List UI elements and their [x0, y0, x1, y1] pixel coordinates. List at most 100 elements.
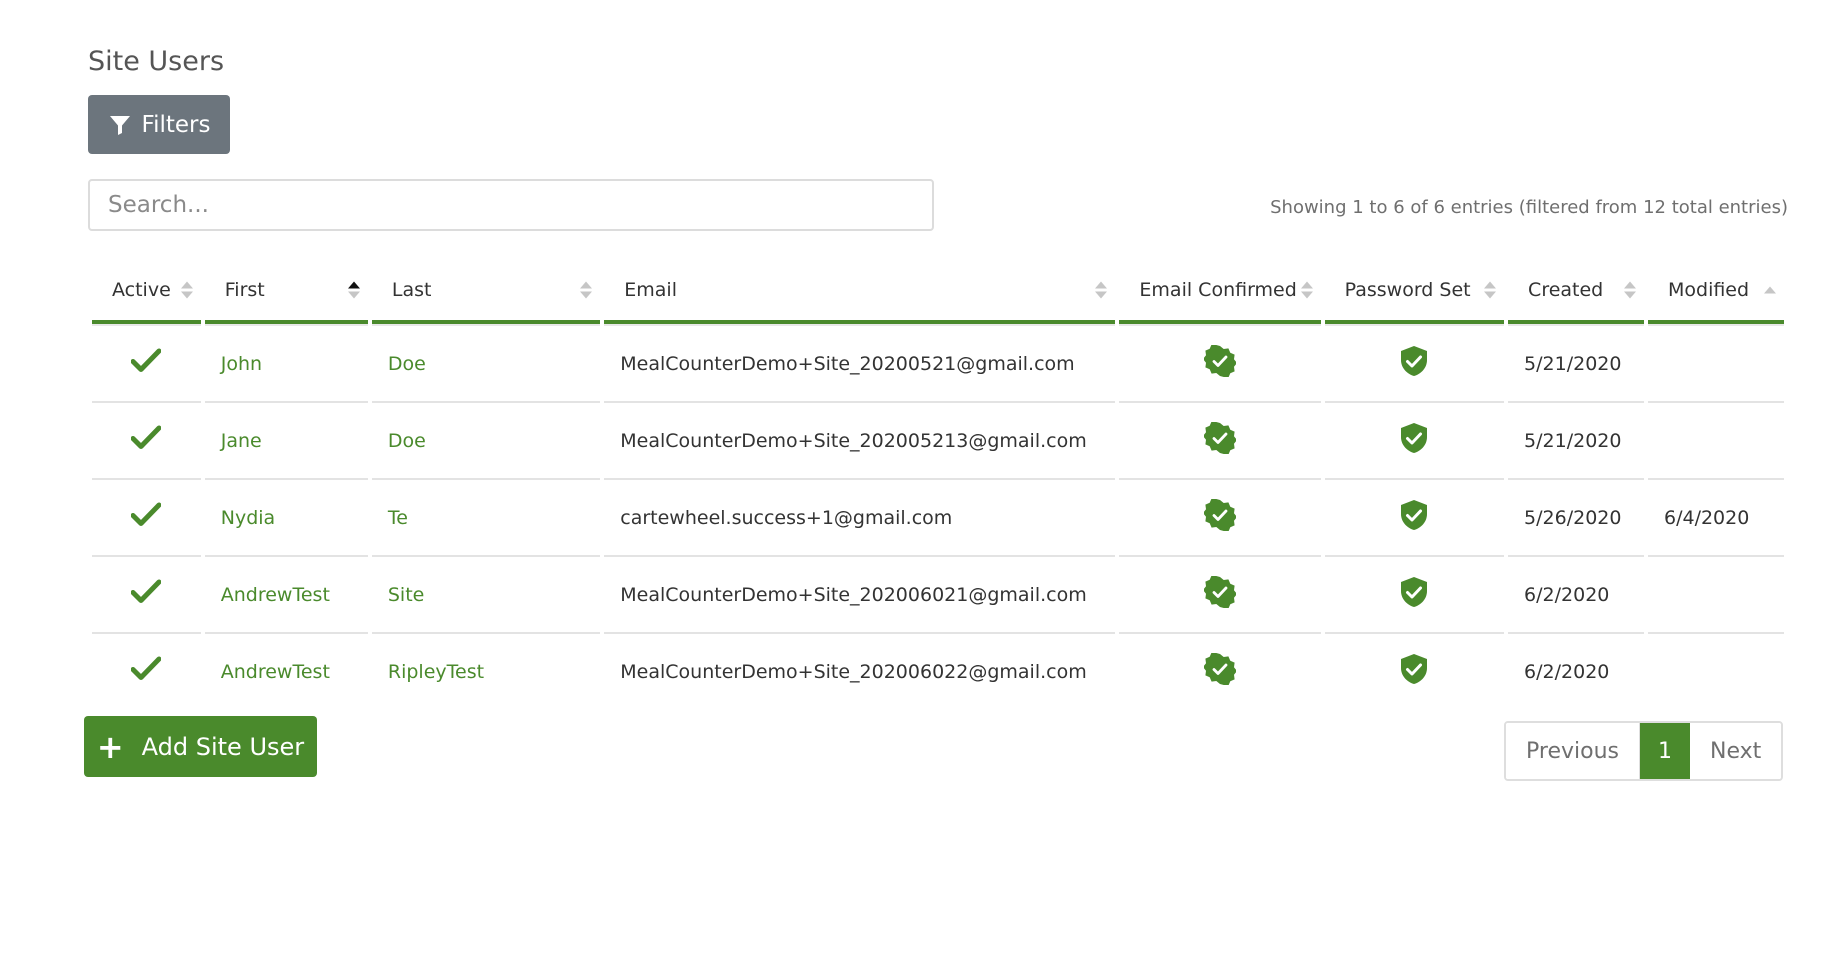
- email-value: MealCounterDemo+Site_202006021@gmail.com: [620, 583, 1087, 606]
- cell-active: [92, 555, 201, 632]
- checkmark-icon: [130, 579, 162, 610]
- table-row: Jane Doe MealCounterDemo+Site_202005213@gm…: [92, 401, 1784, 478]
- cell-modified: [1647, 401, 1784, 478]
- sort-icon: [180, 281, 193, 299]
- add-site-user-label: Add Site User: [141, 732, 305, 761]
- column-header-email[interactable]: Email: [604, 260, 1116, 324]
- cell-email-confirmed: [1119, 632, 1321, 709]
- table-row: AndrewTest RipleyTest MealCounterDemo+Site…: [92, 632, 1784, 709]
- email-value: MealCounterDemo+Site_202005213@gmail.com: [620, 429, 1087, 452]
- cell-password-set: [1324, 401, 1505, 478]
- column-header-label: Active: [112, 279, 171, 301]
- sort-icon: [1484, 281, 1497, 299]
- cell-password-set: [1324, 555, 1505, 632]
- cell-last: Site: [371, 555, 601, 632]
- page: Site Users Filters Showing 1 to 6 of 6 e…: [0, 0, 1848, 956]
- column-header-password-set[interactable]: Password Set: [1324, 260, 1505, 324]
- last-name-link[interactable]: Site: [388, 584, 424, 606]
- cell-created: 6/2/2020: [1508, 632, 1644, 709]
- cell-email: MealCounterDemo+Site_202005213@gmail.com: [604, 401, 1116, 478]
- site-users-table: Active First Last Email Email Confirmed Passw…: [88, 260, 1788, 709]
- cell-password-set: [1324, 324, 1505, 401]
- table-body: John Doe MealCounterDemo+Site_20200521@gma…: [92, 324, 1784, 709]
- column-header-label: Modified: [1667, 279, 1750, 301]
- cell-first: Nydia: [204, 478, 368, 555]
- search-input[interactable]: [88, 179, 934, 231]
- first-name-link[interactable]: AndrewTest: [221, 584, 330, 606]
- checkmark-icon: [130, 502, 162, 533]
- badge-check-icon: [1203, 498, 1238, 536]
- column-header-email-confirmed[interactable]: Email Confirmed: [1119, 260, 1321, 324]
- cell-modified: 6/4/2020: [1647, 478, 1784, 555]
- first-name-link[interactable]: Jane: [221, 430, 262, 452]
- cell-email: cartewheel.success+1@gmail.com: [604, 478, 1116, 555]
- badge-check-icon: [1203, 344, 1238, 382]
- cell-created: 5/26/2020: [1508, 478, 1644, 555]
- table-row: AndrewTest Site MealCounterDemo+Site_20200…: [92, 555, 1784, 632]
- cell-first: AndrewTest: [204, 555, 368, 632]
- sort-icon: [1300, 281, 1313, 299]
- column-header-label: Last: [391, 279, 432, 301]
- email-value: MealCounterDemo+Site_202006022@gmail.com: [620, 660, 1087, 683]
- cell-last: Te: [371, 478, 601, 555]
- shield-check-icon: [1399, 577, 1429, 613]
- cell-password-set: [1324, 632, 1505, 709]
- last-name-link[interactable]: Doe: [388, 353, 426, 375]
- cell-email: MealCounterDemo+Site_20200521@gmail.com: [604, 324, 1116, 401]
- cell-password-set: [1324, 478, 1505, 555]
- add-site-user-button[interactable]: + Add Site User: [84, 716, 317, 777]
- cell-first: AndrewTest: [204, 632, 368, 709]
- shield-check-icon: [1399, 423, 1429, 459]
- previous-page-button[interactable]: Previous: [1506, 723, 1640, 779]
- column-header-modified[interactable]: Modified: [1647, 260, 1784, 324]
- page-title: Site Users: [88, 46, 225, 77]
- created-value: 5/26/2020: [1524, 506, 1622, 529]
- table-header-row: Active First Last Email Email Confirmed Passw…: [92, 260, 1784, 324]
- column-header-label: Email Confirmed: [1139, 279, 1297, 301]
- table-row: John Doe MealCounterDemo+Site_20200521@gma…: [92, 324, 1784, 401]
- column-header-last[interactable]: Last: [371, 260, 601, 324]
- column-header-label: First: [224, 279, 265, 301]
- email-value: cartewheel.success+1@gmail.com: [620, 506, 953, 529]
- cell-first: John: [204, 324, 368, 401]
- column-header-label: Email: [624, 279, 677, 301]
- cell-created: 6/2/2020: [1508, 555, 1644, 632]
- first-name-link[interactable]: AndrewTest: [221, 661, 330, 683]
- plus-icon: +: [96, 727, 124, 766]
- cell-email: MealCounterDemo+Site_202006022@gmail.com: [604, 632, 1116, 709]
- column-header-label: Created: [1528, 279, 1604, 301]
- cell-email: MealCounterDemo+Site_202006021@gmail.com: [604, 555, 1116, 632]
- column-header-created[interactable]: Created: [1508, 260, 1644, 324]
- last-name-link[interactable]: Doe: [388, 430, 426, 452]
- shield-check-icon: [1399, 654, 1429, 690]
- sort-icon: [580, 281, 593, 299]
- filters-button[interactable]: Filters: [88, 95, 230, 154]
- cell-last: Doe: [371, 324, 601, 401]
- page-number-button[interactable]: 1: [1639, 723, 1690, 779]
- badge-check-icon: [1203, 652, 1238, 690]
- created-value: 5/21/2020: [1524, 429, 1622, 452]
- badge-check-icon: [1203, 421, 1238, 459]
- column-header-active[interactable]: Active: [92, 260, 201, 324]
- cell-created: 5/21/2020: [1508, 324, 1644, 401]
- column-header-first[interactable]: First: [204, 260, 368, 324]
- cell-modified: [1647, 632, 1784, 709]
- first-name-link[interactable]: John: [221, 353, 262, 375]
- cell-active: [92, 478, 201, 555]
- last-name-link[interactable]: RipleyTest: [388, 661, 484, 683]
- badge-check-icon: [1203, 575, 1238, 613]
- sort-icon: [1623, 281, 1636, 299]
- table-row: Nydia Te cartewheel.success+1@gmail.com 5/2…: [92, 478, 1784, 555]
- cell-active: [92, 401, 201, 478]
- cell-modified: [1647, 555, 1784, 632]
- cell-email-confirmed: [1119, 555, 1321, 632]
- shield-check-icon: [1399, 346, 1429, 382]
- cell-active: [92, 324, 201, 401]
- sort-icon: [1095, 281, 1108, 299]
- first-name-link[interactable]: Nydia: [221, 507, 275, 529]
- cell-email-confirmed: [1119, 478, 1321, 555]
- next-page-button[interactable]: Next: [1689, 723, 1782, 779]
- last-name-link[interactable]: Te: [388, 507, 408, 529]
- cell-last: Doe: [371, 401, 601, 478]
- pagination: Previous 1 Next: [1504, 721, 1784, 781]
